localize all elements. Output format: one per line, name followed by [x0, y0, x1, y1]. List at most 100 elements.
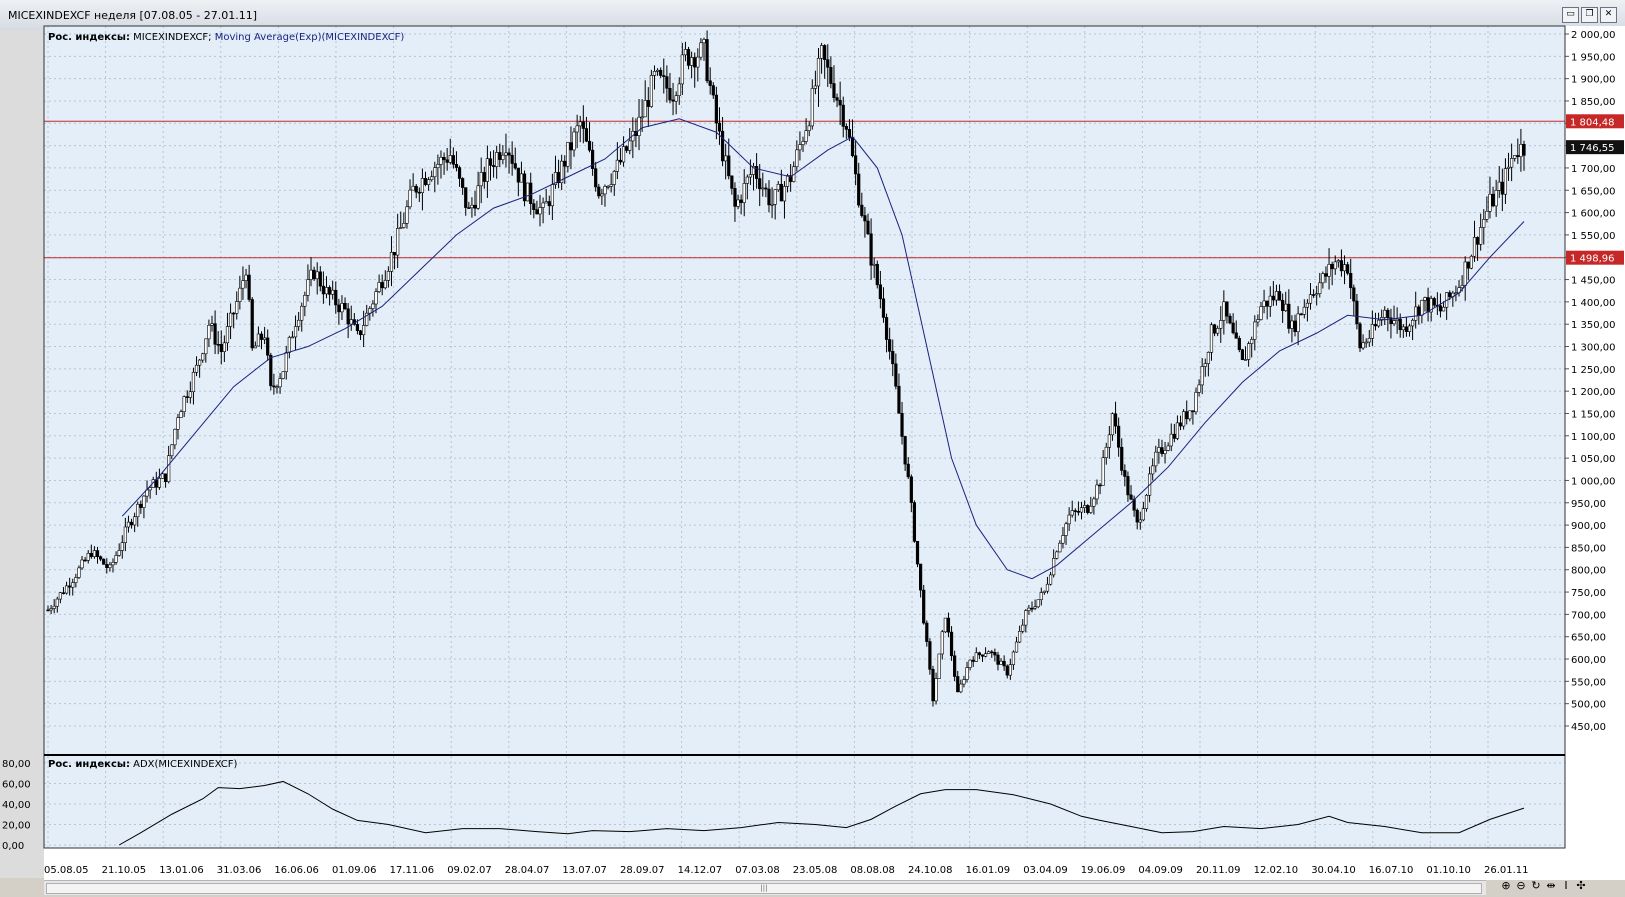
candle-body [949, 631, 954, 657]
candle-body [1113, 413, 1118, 427]
candle-body [1463, 261, 1467, 286]
candle-body [829, 67, 833, 84]
candle-body [1522, 144, 1526, 156]
candle-body [535, 209, 539, 215]
price-tick-label: 700,00 [1571, 610, 1606, 621]
candle-body [513, 163, 517, 169]
candle-body [1095, 484, 1099, 500]
time-tick-label: 20.11.09 [1196, 865, 1241, 876]
candle-body [983, 653, 988, 657]
candle-body [1033, 606, 1037, 609]
candle-body [1194, 392, 1198, 413]
candle-body [77, 567, 81, 578]
price-tick-label: 850,00 [1571, 543, 1606, 554]
candle-body [1234, 332, 1238, 339]
candle-body [1027, 607, 1031, 611]
candle-body [83, 559, 87, 562]
adx-tick-label: 0,00 [2, 841, 24, 852]
candle-body [334, 289, 338, 306]
candle-body [476, 185, 480, 209]
candle-body [1064, 523, 1068, 536]
candle-body [179, 411, 183, 418]
candle-body [232, 312, 236, 315]
main-panel-prefix: Рос. индексы: [48, 32, 130, 43]
candle-body [671, 99, 675, 102]
candle-body [1426, 297, 1430, 313]
price-tick-label: 1 650,00 [1571, 186, 1616, 197]
time-tick-label: 26.01.11 [1484, 865, 1529, 876]
time-tick-label: 30.04.10 [1311, 865, 1356, 876]
candle-body [1293, 320, 1297, 333]
candle-body [953, 655, 957, 677]
candle-body [1018, 631, 1022, 643]
candle-body [980, 654, 985, 657]
time-tick-label: 12.02.10 [1254, 865, 1299, 876]
candle-body [544, 201, 548, 204]
candle-body [730, 175, 734, 189]
candle-body [321, 285, 325, 295]
time-tick-label: 13.01.06 [159, 865, 204, 876]
candle-body [1460, 285, 1464, 288]
candle-body [578, 121, 582, 127]
price-tick-label: 1 850,00 [1571, 97, 1616, 108]
candle-body [603, 186, 607, 195]
candle-body [340, 303, 344, 313]
price-tick-label: 1 300,00 [1571, 343, 1616, 354]
cursor-icon[interactable]: I [1560, 879, 1572, 892]
candle-body [473, 204, 477, 209]
candle-body [1092, 498, 1096, 507]
scrollbar-thumb[interactable]: ||| [46, 883, 1482, 894]
candle-body [1225, 301, 1229, 317]
candle-body [881, 298, 886, 318]
candle-body [566, 142, 570, 167]
candle-body [804, 130, 808, 142]
candle-body [587, 140, 592, 151]
candle-body [318, 271, 322, 287]
price-tick-label: 2 000,00 [1571, 30, 1616, 41]
candle-body [108, 564, 112, 569]
candle-body [427, 179, 431, 185]
candle-body [293, 326, 298, 338]
candle-body [919, 563, 923, 591]
reset-icon[interactable]: ↻ [1530, 879, 1542, 892]
candle-body [922, 589, 926, 624]
candle-body [649, 75, 653, 107]
time-tick-label: 14.12.07 [678, 865, 723, 876]
candle-body [194, 364, 199, 373]
price-tick-label: 550,00 [1571, 677, 1606, 688]
candle-body [615, 159, 619, 172]
horizontal-scrollbar[interactable]: ||| [44, 880, 1486, 895]
candle-body [355, 324, 360, 332]
candle-body [470, 204, 474, 209]
time-tick-label: 04.09.09 [1138, 865, 1183, 876]
candle-body [702, 39, 706, 44]
candle-body [1157, 447, 1161, 453]
candle-body [1228, 315, 1232, 324]
fit-icon[interactable]: ⇹ [1545, 879, 1557, 892]
chart-area[interactable]: 2 000,001 950,001 900,001 850,001 800,00… [0, 0, 1625, 897]
candle-body [442, 156, 446, 161]
candle-body [198, 359, 202, 366]
candle-body [584, 128, 589, 142]
candle-body [1166, 445, 1170, 451]
candle-body [312, 269, 316, 280]
zoom-out-icon[interactable]: ⊖ [1515, 879, 1527, 892]
candle-body [256, 333, 261, 347]
scroll-icon[interactable]: ✣ [1575, 879, 1587, 892]
price-tick-label: 1 100,00 [1571, 432, 1616, 443]
candle-body [962, 679, 966, 685]
candle-body [210, 323, 214, 326]
price-tick-label: 900,00 [1571, 521, 1606, 532]
candle-body [1414, 306, 1418, 321]
candle-body [402, 223, 406, 228]
candle-body [690, 57, 694, 66]
candle-body [897, 385, 901, 414]
candle-body [674, 95, 678, 102]
candle-body [1510, 158, 1514, 168]
candle-body [1008, 664, 1012, 676]
zoom-in-icon[interactable]: ⊕ [1500, 879, 1512, 892]
candle-body [52, 605, 56, 609]
candle-body [925, 622, 929, 642]
candle-body [838, 99, 842, 106]
candle-body [900, 413, 904, 437]
